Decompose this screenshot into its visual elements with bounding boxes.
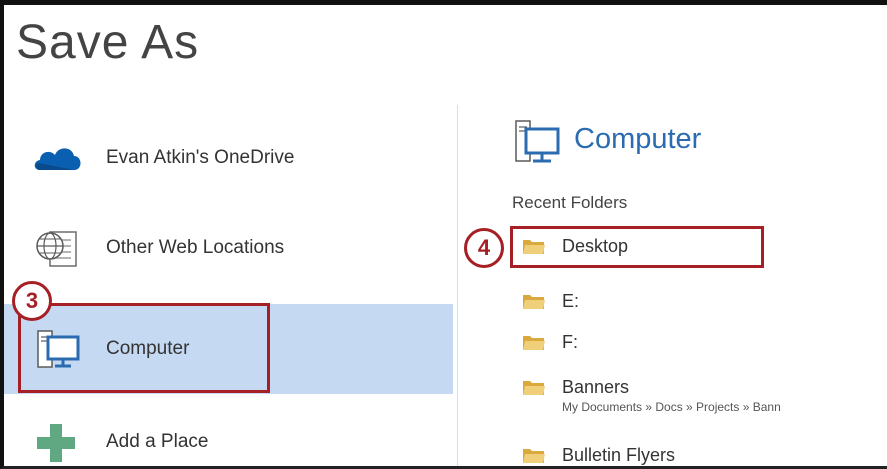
highlight-box-desktop [510,226,764,268]
place-label: Evan Atkin's OneDrive [106,147,295,168]
folder-path: My Documents » Docs » Projects » Bann [562,400,781,414]
column-divider [457,105,458,466]
place-add-a-place[interactable]: Add a Place [4,397,453,466]
place-label: Other Web Locations [106,237,285,258]
folder-name: Bulletin Flyers [562,445,676,465]
folder-icon [522,378,546,396]
folder-item[interactable]: Banners My Documents » Docs » Projects »… [522,374,882,422]
computer-monitor-icon [30,325,86,373]
folder-name: F: [562,332,578,352]
recent-folders-heading: Recent Folders [512,193,628,212]
globe-document-icon [30,224,86,272]
place-other-web-locations[interactable]: Other Web Locations [4,203,453,293]
plus-icon [30,418,86,466]
folder-icon [522,446,546,464]
place-onedrive[interactable]: Evan Atkin's OneDrive [4,113,453,203]
place-computer[interactable]: Computer [4,304,453,394]
folder-name: E: [562,291,580,311]
folder-icon [522,237,546,255]
folder-name: Banners [562,377,630,397]
place-label: Computer [106,338,190,359]
page-title: Save As [16,16,200,69]
save-as-window: Save As Evan Atkin's OneDrive Other Web … [0,0,887,469]
folder-name: Desktop [562,236,629,256]
computer-monitor-icon [512,117,564,167]
place-label: Add a Place [106,431,209,452]
onedrive-cloud-icon [30,134,86,182]
step-badge-4: 4 [464,228,504,268]
folder-icon [522,333,546,351]
folder-icon [522,292,546,310]
location-header-label: Computer [574,123,702,155]
